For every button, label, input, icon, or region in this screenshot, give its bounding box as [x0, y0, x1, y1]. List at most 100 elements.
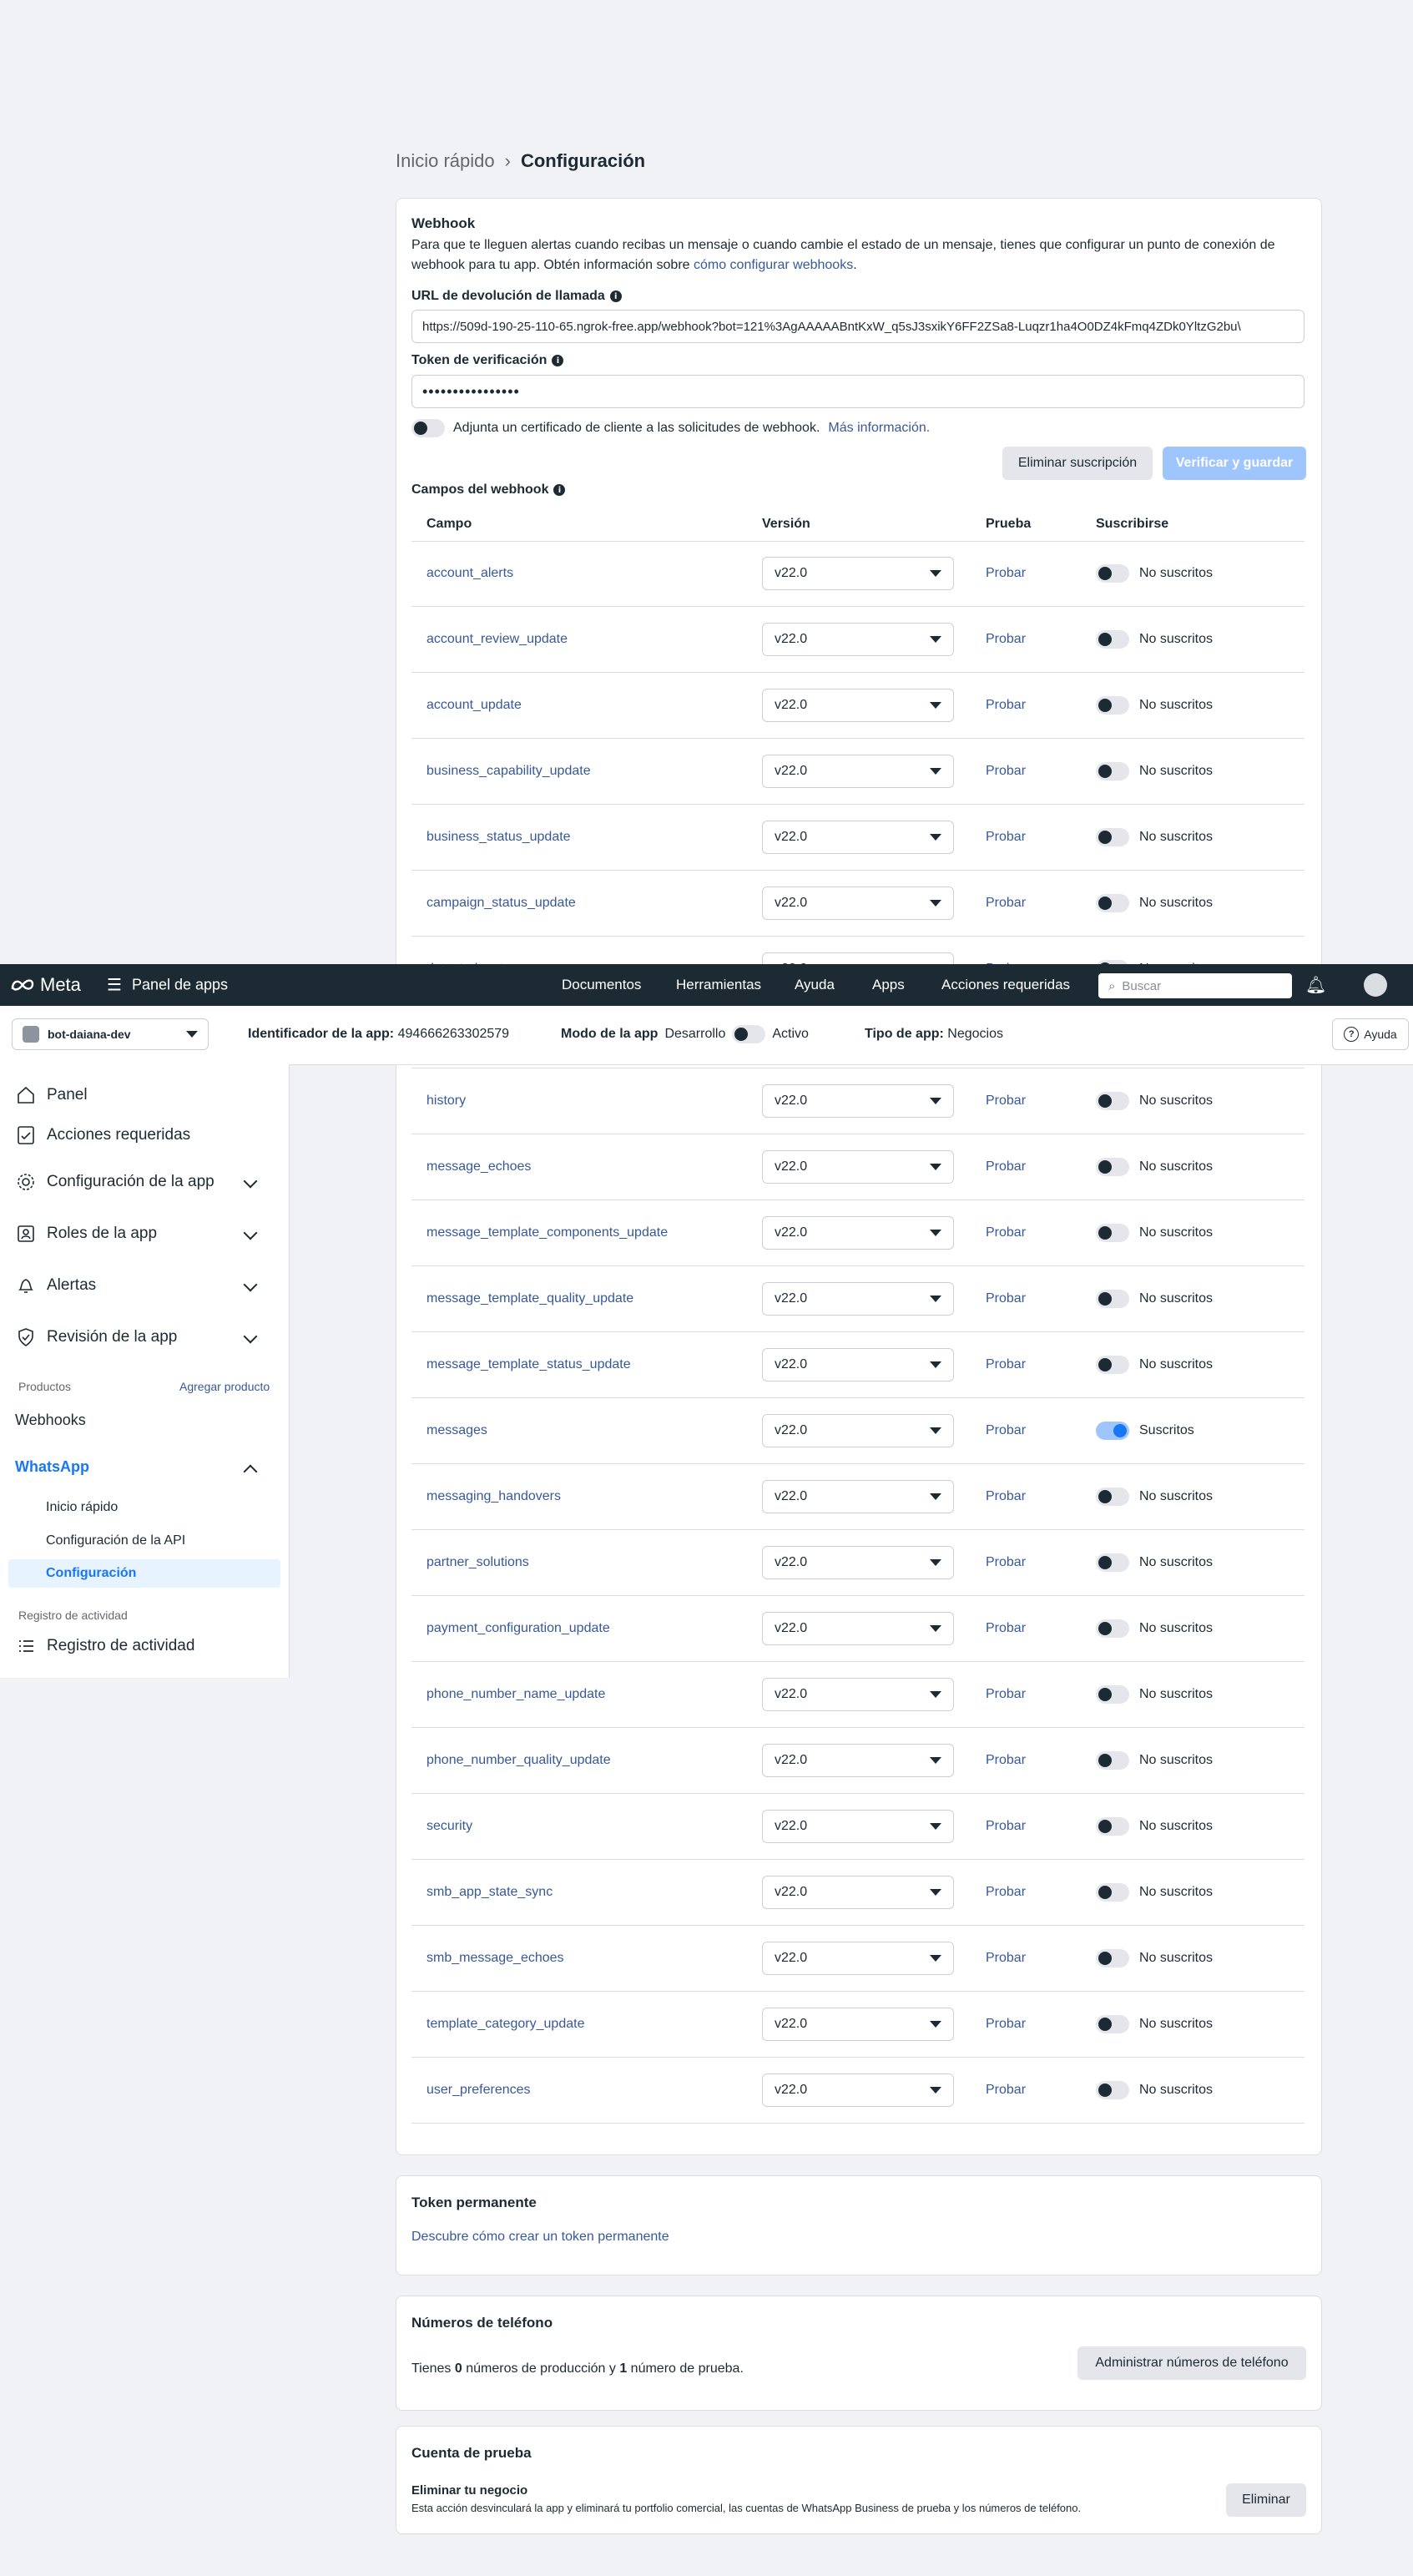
info-icon[interactable]: i	[552, 355, 564, 366]
app-dashboard-menu[interactable]: ☰ Panel de apps	[107, 975, 228, 996]
test-link[interactable]: Probar	[986, 1951, 1026, 1966]
test-link[interactable]: Probar	[986, 1159, 1026, 1174]
test-link[interactable]: Probar	[986, 1489, 1026, 1504]
subscribe-toggle[interactable]	[1096, 696, 1129, 715]
bell-icon[interactable]: 🔔︎	[1305, 975, 1326, 996]
test-link[interactable]: Probar	[986, 1094, 1026, 1109]
test-link[interactable]: Probar	[986, 2083, 1026, 2098]
permanent-token-link[interactable]: Descubre cómo crear un token permanente	[411, 2230, 669, 2245]
subscribe-toggle[interactable]	[1096, 828, 1129, 846]
verify-save-button[interactable]: Verificar y guardar	[1163, 447, 1306, 480]
subscribe-toggle[interactable]	[1096, 1356, 1129, 1374]
configure-webhooks-link[interactable]: cómo configurar webhooks	[694, 258, 853, 272]
sidebar-item-app-settings[interactable]: Configuración de la app	[15, 1171, 214, 1193]
meta-logo[interactable]: Meta	[10, 974, 81, 996]
subscribe-toggle[interactable]	[1096, 2015, 1129, 2033]
version-select[interactable]: v22.0	[762, 1546, 954, 1579]
subscribe-toggle[interactable]	[1096, 1949, 1129, 1967]
sidebar-item-required-actions[interactable]: Acciones requeridas	[15, 1124, 190, 1146]
test-link[interactable]: Probar	[986, 1885, 1026, 1900]
field-name-link[interactable]: messaging_handovers	[426, 1489, 561, 1504]
field-name-link[interactable]: account_update	[426, 698, 522, 713]
nav-required-actions[interactable]: Acciones requeridas	[941, 977, 1070, 993]
version-select[interactable]: v22.0	[762, 2073, 954, 2107]
version-select[interactable]: v22.0	[762, 689, 954, 722]
test-link[interactable]: Probar	[986, 1357, 1026, 1372]
version-select[interactable]: v22.0	[762, 886, 954, 920]
field-name-link[interactable]: user_preferences	[426, 2083, 531, 2098]
subscribe-toggle[interactable]	[1096, 2081, 1129, 2099]
version-select[interactable]: v22.0	[762, 1084, 954, 1118]
subscribe-toggle[interactable]	[1096, 1751, 1129, 1770]
test-link[interactable]: Probar	[986, 764, 1026, 779]
field-name-link[interactable]: message_template_quality_update	[426, 1291, 633, 1306]
version-select[interactable]: v22.0	[762, 1942, 954, 1975]
chevron-down-icon[interactable]	[243, 1174, 258, 1189]
breadcrumb-quickstart-link[interactable]: Inicio rápido	[396, 150, 495, 172]
chevron-down-icon[interactable]	[243, 1329, 258, 1344]
subscribe-toggle[interactable]	[1096, 1224, 1129, 1242]
field-name-link[interactable]: message_template_components_update	[426, 1225, 668, 1240]
subscribe-toggle[interactable]	[1096, 1619, 1129, 1638]
sidebar-item-activity-log[interactable]: Registro de actividad	[15, 1635, 194, 1657]
sidebar-sub-configuration[interactable]: Configuración	[46, 1566, 136, 1581]
avatar[interactable]	[1364, 973, 1387, 997]
field-name-link[interactable]: payment_configuration_update	[426, 1621, 610, 1636]
version-select[interactable]: v22.0	[762, 755, 954, 788]
field-name-link[interactable]: messages	[426, 1423, 487, 1438]
test-link[interactable]: Probar	[986, 698, 1026, 713]
test-link[interactable]: Probar	[986, 1819, 1026, 1834]
add-product-link[interactable]: Agregar producto	[179, 1380, 270, 1393]
field-name-link[interactable]: business_capability_update	[426, 764, 591, 779]
test-link[interactable]: Probar	[986, 632, 1026, 647]
help-button[interactable]: ? Ayuda	[1332, 1018, 1409, 1050]
test-link[interactable]: Probar	[986, 896, 1026, 911]
sidebar-item-whatsapp[interactable]: WhatsApp	[15, 1458, 89, 1476]
app-mode-toggle[interactable]	[732, 1025, 766, 1043]
test-link[interactable]: Probar	[986, 1687, 1026, 1702]
version-select[interactable]: v22.0	[762, 821, 954, 854]
field-name-link[interactable]: account_alerts	[426, 566, 513, 581]
manage-phone-numbers-button[interactable]: Administrar números de teléfono	[1077, 2346, 1306, 2380]
test-link[interactable]: Probar	[986, 1225, 1026, 1240]
field-name-link[interactable]: partner_solutions	[426, 1555, 529, 1570]
version-select[interactable]: v22.0	[762, 1744, 954, 1777]
subscribe-toggle[interactable]	[1096, 1685, 1129, 1704]
field-name-link[interactable]: history	[426, 1094, 466, 1109]
info-icon[interactable]: i	[553, 484, 566, 496]
version-select[interactable]: v22.0	[762, 1216, 954, 1250]
subscribe-toggle[interactable]	[1096, 1290, 1129, 1308]
test-link[interactable]: Probar	[986, 1555, 1026, 1570]
subscribe-toggle[interactable]	[1096, 1553, 1129, 1572]
field-name-link[interactable]: smb_app_state_sync	[426, 1885, 553, 1900]
more-info-link[interactable]: Más información.	[828, 421, 930, 436]
test-link[interactable]: Probar	[986, 566, 1026, 581]
subscribe-toggle[interactable]	[1096, 894, 1129, 912]
nav-documents[interactable]: Documentos	[562, 977, 641, 993]
sidebar-item-webhooks[interactable]: Webhooks	[15, 1412, 86, 1429]
version-select[interactable]: v22.0	[762, 623, 954, 656]
version-select[interactable]: v22.0	[762, 1282, 954, 1316]
field-name-link[interactable]: campaign_status_update	[426, 896, 576, 911]
field-name-link[interactable]: message_template_status_update	[426, 1357, 631, 1372]
info-icon[interactable]: i	[609, 290, 622, 302]
subscribe-toggle[interactable]	[1096, 762, 1129, 780]
nav-apps[interactable]: Apps	[872, 977, 905, 993]
remove-subscription-button[interactable]: Eliminar suscripción	[1002, 447, 1153, 480]
field-name-link[interactable]: account_review_update	[426, 632, 568, 647]
callback-url-input[interactable]: https://509d-190-25-110-65.ngrok-free.ap…	[411, 310, 1305, 343]
chevron-down-icon[interactable]	[243, 1277, 258, 1292]
field-name-link[interactable]: smb_message_echoes	[426, 1951, 564, 1966]
version-select[interactable]: v22.0	[762, 1612, 954, 1645]
sidebar-item-dashboard[interactable]: Panel	[15, 1084, 88, 1106]
test-link[interactable]: Probar	[986, 1753, 1026, 1768]
field-name-link[interactable]: business_status_update	[426, 830, 571, 845]
version-select[interactable]: v22.0	[762, 557, 954, 590]
search-input[interactable]: ⌕ Buscar	[1098, 973, 1292, 998]
subscribe-toggle[interactable]	[1096, 1883, 1129, 1902]
nav-help[interactable]: Ayuda	[795, 977, 835, 993]
field-name-link[interactable]: security	[426, 1819, 472, 1834]
version-select[interactable]: v22.0	[762, 1810, 954, 1843]
client-cert-toggle[interactable]	[411, 419, 445, 437]
chevron-down-icon[interactable]	[243, 1225, 258, 1240]
